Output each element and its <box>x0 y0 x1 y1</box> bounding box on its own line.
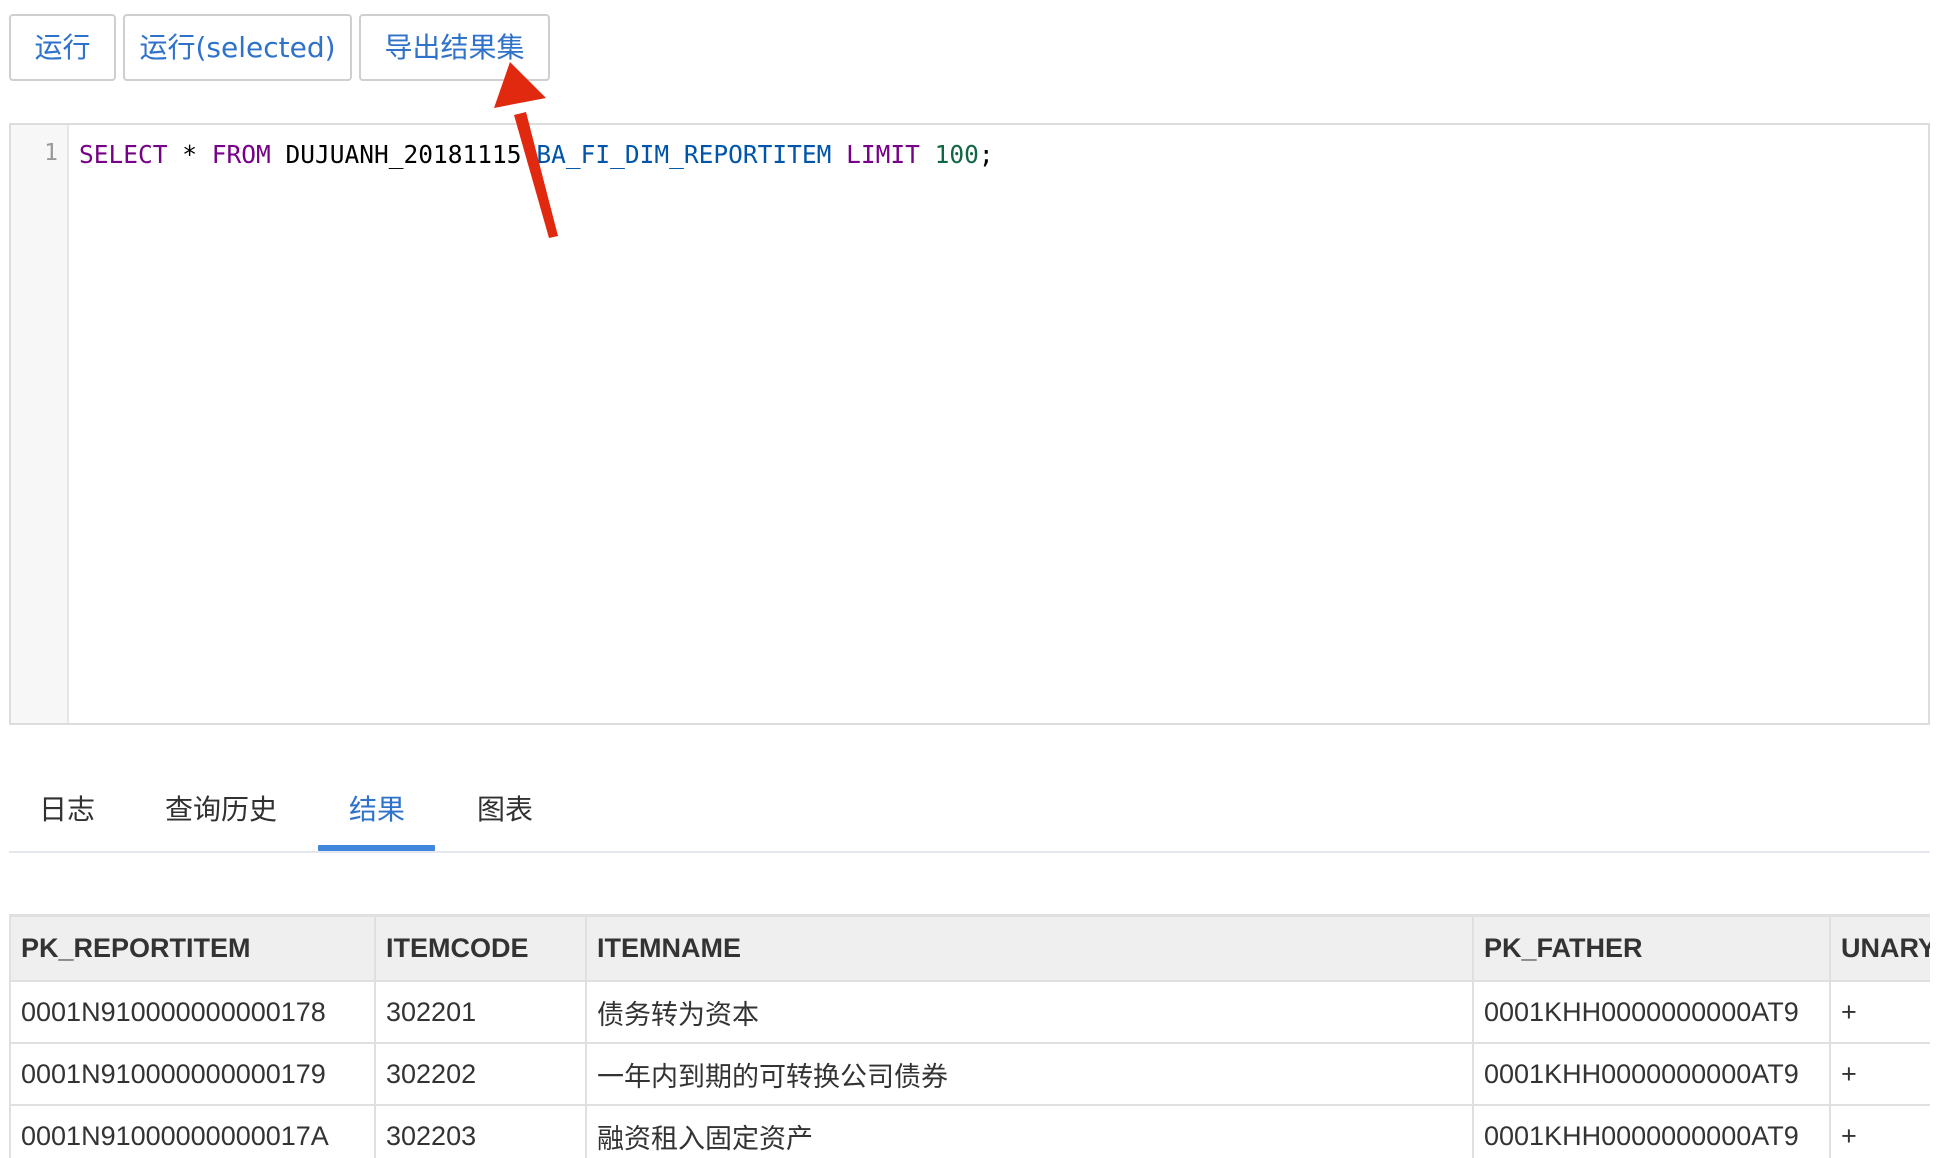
column-header-itemname[interactable]: ITEMNAME <box>586 917 1474 982</box>
cell-pk-father: 0001KHH0000000000AT9 <box>1473 981 1831 1044</box>
token-star: * <box>167 140 212 169</box>
sql-editor[interactable]: 1 SELECT * FROM DUJUANH_20181115.BA_FI_D… <box>9 123 1930 725</box>
code-line[interactable]: SELECT * FROM DUJUANH_20181115.BA_FI_DIM… <box>79 139 994 171</box>
token-table: .BA_FI_DIM_REPORTITEM <box>521 140 832 169</box>
token-semicolon: ; <box>978 140 994 169</box>
export-results-button[interactable]: 导出结果集 <box>359 14 550 81</box>
cell-pk-reportitem: 0001N910000000000179 <box>11 1043 376 1106</box>
tab-log[interactable]: 日志 <box>39 788 95 828</box>
column-header-unary[interactable]: UNARY <box>1830 917 1930 982</box>
table-header-row: PK_REPORTITEM ITEMCODE ITEMNAME PK_FATHE… <box>11 917 1930 982</box>
keyword-from: FROM <box>211 140 271 169</box>
column-header-pk-reportitem[interactable]: PK_REPORTITEM <box>11 917 376 982</box>
tab-chart[interactable]: 图表 <box>477 788 533 828</box>
cell-unary: + <box>1830 1043 1930 1106</box>
results-table-container[interactable]: PK_REPORTITEM ITEMCODE ITEMNAME PK_FATHE… <box>9 914 1930 1158</box>
token-number: 100 <box>919 140 979 169</box>
cell-unary: + <box>1830 1105 1930 1158</box>
run-selected-button[interactable]: 运行(selected) <box>123 14 352 81</box>
keyword-limit: LIMIT <box>831 140 920 169</box>
cell-itemname: 债务转为资本 <box>586 981 1474 1044</box>
cell-itemname: 一年内到期的可转换公司债券 <box>586 1043 1474 1106</box>
table-row[interactable]: 0001N91000000000017A 302203 融资租入固定资产 000… <box>11 1105 1930 1158</box>
active-tab-indicator <box>318 845 435 851</box>
line-number: 1 <box>44 140 58 166</box>
column-header-pk-father[interactable]: PK_FATHER <box>1473 917 1831 982</box>
cell-itemcode: 302202 <box>375 1043 587 1106</box>
results-table: PK_REPORTITEM ITEMCODE ITEMNAME PK_FATHE… <box>11 917 1930 1158</box>
table-row[interactable]: 0001N910000000000178 302201 债务转为资本 0001K… <box>11 981 1930 1044</box>
line-number-gutter: 1 <box>11 125 69 723</box>
cell-pk-father: 0001KHH0000000000AT9 <box>1473 1105 1831 1158</box>
toolbar: 运行 运行(selected) 导出结果集 <box>9 14 550 81</box>
token-schema: DUJUANH_20181115 <box>270 140 522 169</box>
cell-itemcode: 302201 <box>375 981 587 1044</box>
result-tabs: 日志 查询历史 结果 图表 <box>9 768 1930 853</box>
run-button[interactable]: 运行 <box>9 14 116 81</box>
cell-pk-reportitem: 0001N910000000000178 <box>11 981 376 1044</box>
tab-query-history[interactable]: 查询历史 <box>165 788 277 828</box>
cell-pk-father: 0001KHH0000000000AT9 <box>1473 1043 1831 1106</box>
cell-unary: + <box>1830 981 1930 1044</box>
cell-itemname: 融资租入固定资产 <box>586 1105 1474 1158</box>
keyword-select: SELECT <box>79 140 168 169</box>
cell-pk-reportitem: 0001N91000000000017A <box>11 1105 376 1158</box>
cell-itemcode: 302203 <box>375 1105 587 1158</box>
tab-results[interactable]: 结果 <box>349 788 405 828</box>
sql-query-page: 运行 运行(selected) 导出结果集 1 SELECT * FROM DU… <box>0 0 1938 1158</box>
table-row[interactable]: 0001N910000000000179 302202 一年内到期的可转换公司债… <box>11 1043 1930 1106</box>
column-header-itemcode[interactable]: ITEMCODE <box>375 917 587 982</box>
